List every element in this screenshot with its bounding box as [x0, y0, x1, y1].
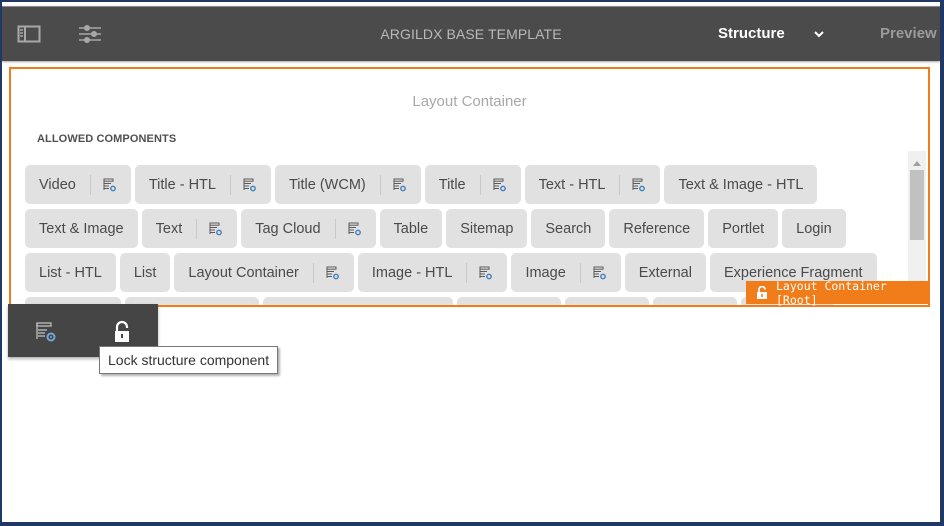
component-chip[interactable]: Text - HTL	[524, 165, 661, 204]
editor-window: ARGILDX BASE TEMPLATE Structure Preview …	[2, 2, 940, 522]
chip-divider	[89, 174, 91, 195]
mode-selector[interactable]: Structure	[718, 25, 785, 42]
policy-icon[interactable]	[348, 222, 362, 236]
unlock-icon	[756, 285, 768, 299]
component-chip[interactable]: List	[119, 253, 171, 292]
chip-divider	[334, 218, 336, 239]
component-chip-label: Login	[796, 220, 832, 237]
component-chip[interactable]: Table	[379, 209, 443, 248]
component-chip[interactable]: Text & Image - HTL	[664, 165, 818, 204]
component-chip-label: Image - HTL	[371, 264, 453, 281]
policy-icon[interactable]	[326, 266, 340, 280]
policy-icon[interactable]	[103, 178, 117, 192]
component-chip-clipped[interactable]	[457, 297, 561, 305]
component-chip-label: Title	[438, 176, 466, 193]
component-chip[interactable]: List - HTL	[25, 253, 116, 292]
scroll-up-arrow-icon[interactable]	[912, 155, 922, 166]
layout-container-root-badge[interactable]: Layout Container [Root]	[746, 278, 930, 307]
component-chip[interactable]: Video	[25, 165, 131, 204]
allowed-components-label: ALLOWED COMPONENTS	[37, 133, 177, 145]
chip-divider	[379, 174, 381, 195]
component-chip-label: Text & Image	[39, 220, 124, 237]
component-chip[interactable]: Text & Image	[25, 209, 138, 248]
component-chip-clipped[interactable]	[653, 297, 737, 305]
component-chip[interactable]: Reference	[609, 209, 705, 248]
component-chip[interactable]: Sitemap	[446, 209, 528, 248]
component-chip[interactable]: Tag Cloud	[241, 209, 376, 248]
root-badge-label: Layout Container [Root]	[776, 278, 887, 307]
lock-structure-button[interactable]	[110, 320, 134, 344]
chip-divider	[466, 262, 468, 283]
policy-icon[interactable]	[593, 266, 607, 280]
component-chip-label: Text	[155, 220, 183, 237]
component-chip[interactable]: External	[624, 253, 706, 292]
component-chip-clipped[interactable]	[263, 297, 453, 305]
chip-divider	[312, 262, 314, 283]
chip-divider	[196, 218, 198, 239]
policy-icon[interactable]	[393, 178, 407, 192]
component-chip-label: Sitemap	[460, 220, 514, 237]
component-chip-label: Text - HTL	[538, 176, 606, 193]
preview-button[interactable]: Preview	[880, 25, 937, 42]
component-chip[interactable]: Search	[531, 209, 606, 248]
component-chip[interactable]: Login	[782, 209, 846, 248]
component-chip[interactable]: Image - HTL	[357, 253, 508, 292]
component-chip-label: Title - HTL	[148, 176, 216, 193]
policy-button[interactable]	[35, 320, 59, 344]
policy-icon[interactable]	[493, 178, 507, 192]
component-chip-label: Tag Cloud	[255, 220, 321, 237]
component-chip-label: Text & Image - HTL	[678, 176, 804, 193]
scrollbar-thumb[interactable]	[910, 170, 924, 240]
component-chip-label: Search	[545, 220, 592, 237]
lock-structure-tooltip: Lock structure component	[99, 346, 279, 374]
component-chip[interactable]: Title - HTL	[134, 165, 271, 204]
policy-icon[interactable]	[209, 222, 223, 236]
component-chip[interactable]: Text	[141, 209, 238, 248]
chip-divider	[579, 262, 581, 283]
policy-icon[interactable]	[479, 266, 493, 280]
policy-icon[interactable]	[243, 178, 257, 192]
component-chip-label: Image	[525, 264, 566, 281]
chip-divider	[229, 174, 231, 195]
component-chip[interactable]: Portlet	[708, 209, 779, 248]
component-chip-label: Layout Container	[188, 264, 299, 281]
component-chip[interactable]: Image	[511, 253, 621, 292]
chip-divider	[619, 174, 621, 195]
component-chip-label: Title (WCM)	[288, 176, 366, 193]
component-chip[interactable]: Layout Container	[174, 253, 354, 292]
component-chip[interactable]: Title (WCM)	[274, 165, 421, 204]
component-chip[interactable]: Title	[424, 165, 521, 204]
chevron-down-icon[interactable]	[813, 27, 825, 39]
component-chip-label: Portlet	[722, 220, 765, 237]
layout-container-title: Layout Container	[412, 93, 527, 110]
policy-icon[interactable]	[632, 178, 646, 192]
policy-icon	[36, 322, 56, 342]
editor-header: ARGILDX BASE TEMPLATE Structure Preview	[2, 6, 940, 61]
component-chip-label: Video	[39, 176, 76, 193]
component-chip-label: Reference	[623, 220, 691, 237]
component-chip-clipped[interactable]	[565, 297, 649, 305]
component-chip-label: External	[638, 264, 692, 281]
chip-divider	[479, 174, 481, 195]
template-title: ARGILDX BASE TEMPLATE	[380, 26, 562, 42]
component-chip-label: List - HTL	[39, 264, 102, 281]
layout-container[interactable]: Layout Container ALLOWED COMPONENTS Vide…	[9, 67, 930, 307]
component-chip-label: List	[133, 264, 157, 281]
component-chip-label: Table	[393, 220, 429, 237]
unlock-icon	[115, 320, 129, 342]
scrollbar[interactable]	[908, 151, 926, 283]
